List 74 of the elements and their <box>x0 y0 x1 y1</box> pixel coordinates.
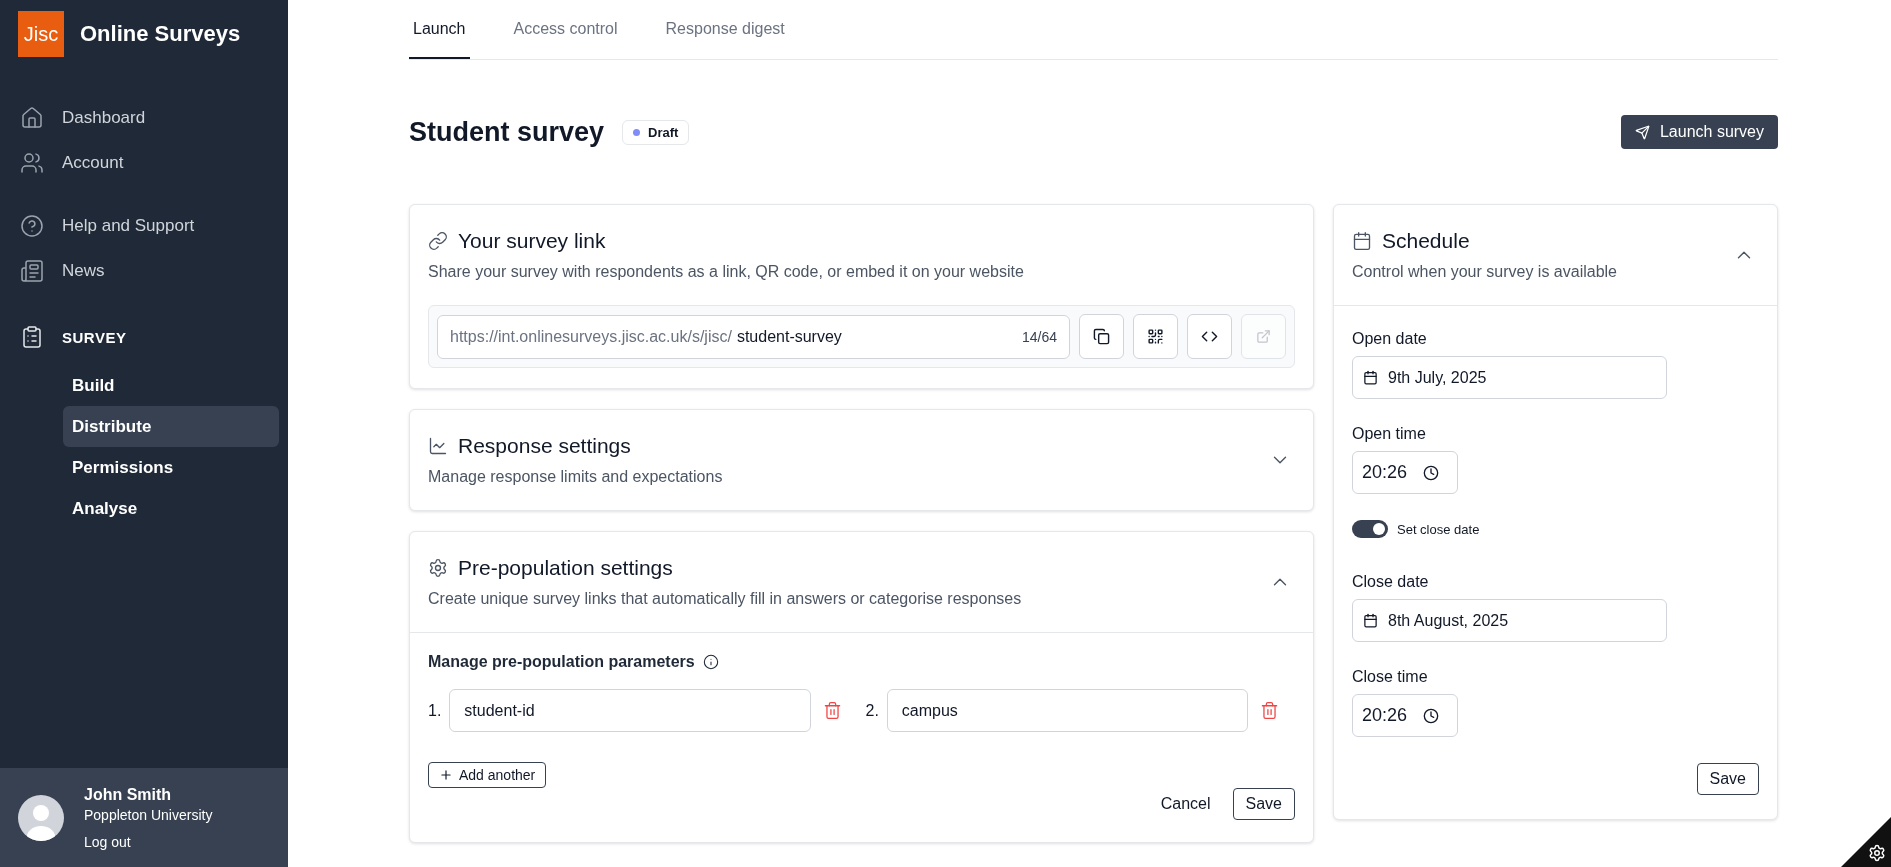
clipboard-icon <box>20 325 44 349</box>
toggle-label: Set close date <box>1397 521 1480 537</box>
save-button[interactable]: Save <box>1232 788 1295 820</box>
field-label: Open date <box>1352 330 1428 348</box>
logout-link[interactable]: Log out <box>84 833 213 850</box>
tab[interactable]: Launch <box>409 0 470 59</box>
nav-item[interactable]: Account <box>0 140 288 185</box>
calendar-icon <box>1352 231 1372 251</box>
launch-button[interactable]: Launch survey <box>1620 115 1778 149</box>
card-title: Response settings <box>458 434 631 458</box>
user-organisation: Poppleton University <box>84 806 213 823</box>
date-field[interactable]: 9th July, 2025 <box>1352 356 1667 399</box>
clock-icon <box>1423 464 1440 481</box>
avatar <box>18 794 64 841</box>
field-label: Close time <box>1352 668 1429 686</box>
send-icon <box>1634 124 1650 140</box>
people-icon <box>20 150 44 175</box>
nav-item[interactable]: Help and Support <box>0 203 288 248</box>
app-name: Online Surveys <box>80 21 241 47</box>
parameter-field[interactable]: student-id <box>449 689 811 732</box>
help-icon <box>20 213 44 238</box>
external-link-icon <box>1256 329 1271 344</box>
card-subtitle: Manage response limits and expectations <box>428 468 724 486</box>
nav-item[interactable]: Permissions <box>63 447 279 488</box>
section-label: Manage pre-population parameters <box>428 653 695 671</box>
date-field[interactable]: 8th August, 2025 <box>1352 599 1667 642</box>
card-title: Pre-population settings <box>458 556 673 580</box>
gear-icon <box>428 558 448 578</box>
nav-item[interactable]: News <box>0 248 288 293</box>
trash-icon <box>822 701 842 720</box>
link-icon <box>428 231 448 251</box>
nav-item[interactable]: Analyse <box>63 488 279 529</box>
card-subtitle: Control when your survey is available <box>1352 263 1618 281</box>
embed-code-button[interactable] <box>1187 314 1232 359</box>
tab[interactable]: Access control <box>509 0 622 59</box>
logo: Jisc <box>18 11 64 57</box>
user-name: John Smith <box>84 785 173 804</box>
cancel-button[interactable]: Cancel <box>1150 789 1221 819</box>
time-field[interactable]: 20:26 <box>1352 451 1458 494</box>
card-subtitle: Share your survey with respondents as a link, QR code, or embed it on your website <box>428 263 1025 281</box>
newspaper-icon <box>20 258 44 283</box>
time-field[interactable]: 20:26 <box>1352 694 1458 737</box>
nav-item[interactable]: Dashboard <box>0 95 288 140</box>
field-label: Open time <box>1352 425 1427 443</box>
settings-icon[interactable] <box>1868 844 1886 862</box>
qr-code-button[interactable] <box>1133 314 1178 359</box>
tab[interactable]: Response digest <box>661 0 789 59</box>
card-subtitle: Create unique survey links that automatically fill in answers or categorise responses <box>428 590 1023 608</box>
nav-item[interactable]: Build <box>63 365 279 406</box>
info-icon[interactable] <box>702 654 719 670</box>
section-heading: SURVEY <box>62 328 127 346</box>
field-label: Close date <box>1352 573 1430 591</box>
copy-button[interactable] <box>1079 314 1124 359</box>
toggle-switch[interactable] <box>1352 520 1388 538</box>
calendar-icon <box>1363 613 1378 628</box>
page-title: Student survey <box>409 116 605 148</box>
trash-icon <box>1260 701 1279 720</box>
copy-icon <box>1093 328 1110 345</box>
calendar-icon <box>1363 370 1378 385</box>
url-field[interactable]: https://int.onlinesurveys.jisc.ac.uk/s/jisc/ student-survey 14/64 <box>437 314 1070 359</box>
save-button[interactable]: Save <box>1696 763 1759 795</box>
nav-item[interactable]: Distribute <box>63 406 279 447</box>
add-another-button[interactable]: Add another <box>428 762 547 788</box>
qr-code-icon <box>1147 328 1164 345</box>
clock-icon <box>1423 707 1440 724</box>
plus-icon <box>439 768 453 782</box>
card-title: Your survey link <box>458 229 606 253</box>
line-chart-icon <box>428 436 448 456</box>
parameter-number: 1. <box>428 701 442 720</box>
card-title: Schedule <box>1382 229 1470 253</box>
parameter-field[interactable]: campus <box>886 689 1248 732</box>
parameter-number: 2. <box>865 701 879 720</box>
home-icon <box>20 105 44 130</box>
status-badge: Draft <box>622 119 690 145</box>
